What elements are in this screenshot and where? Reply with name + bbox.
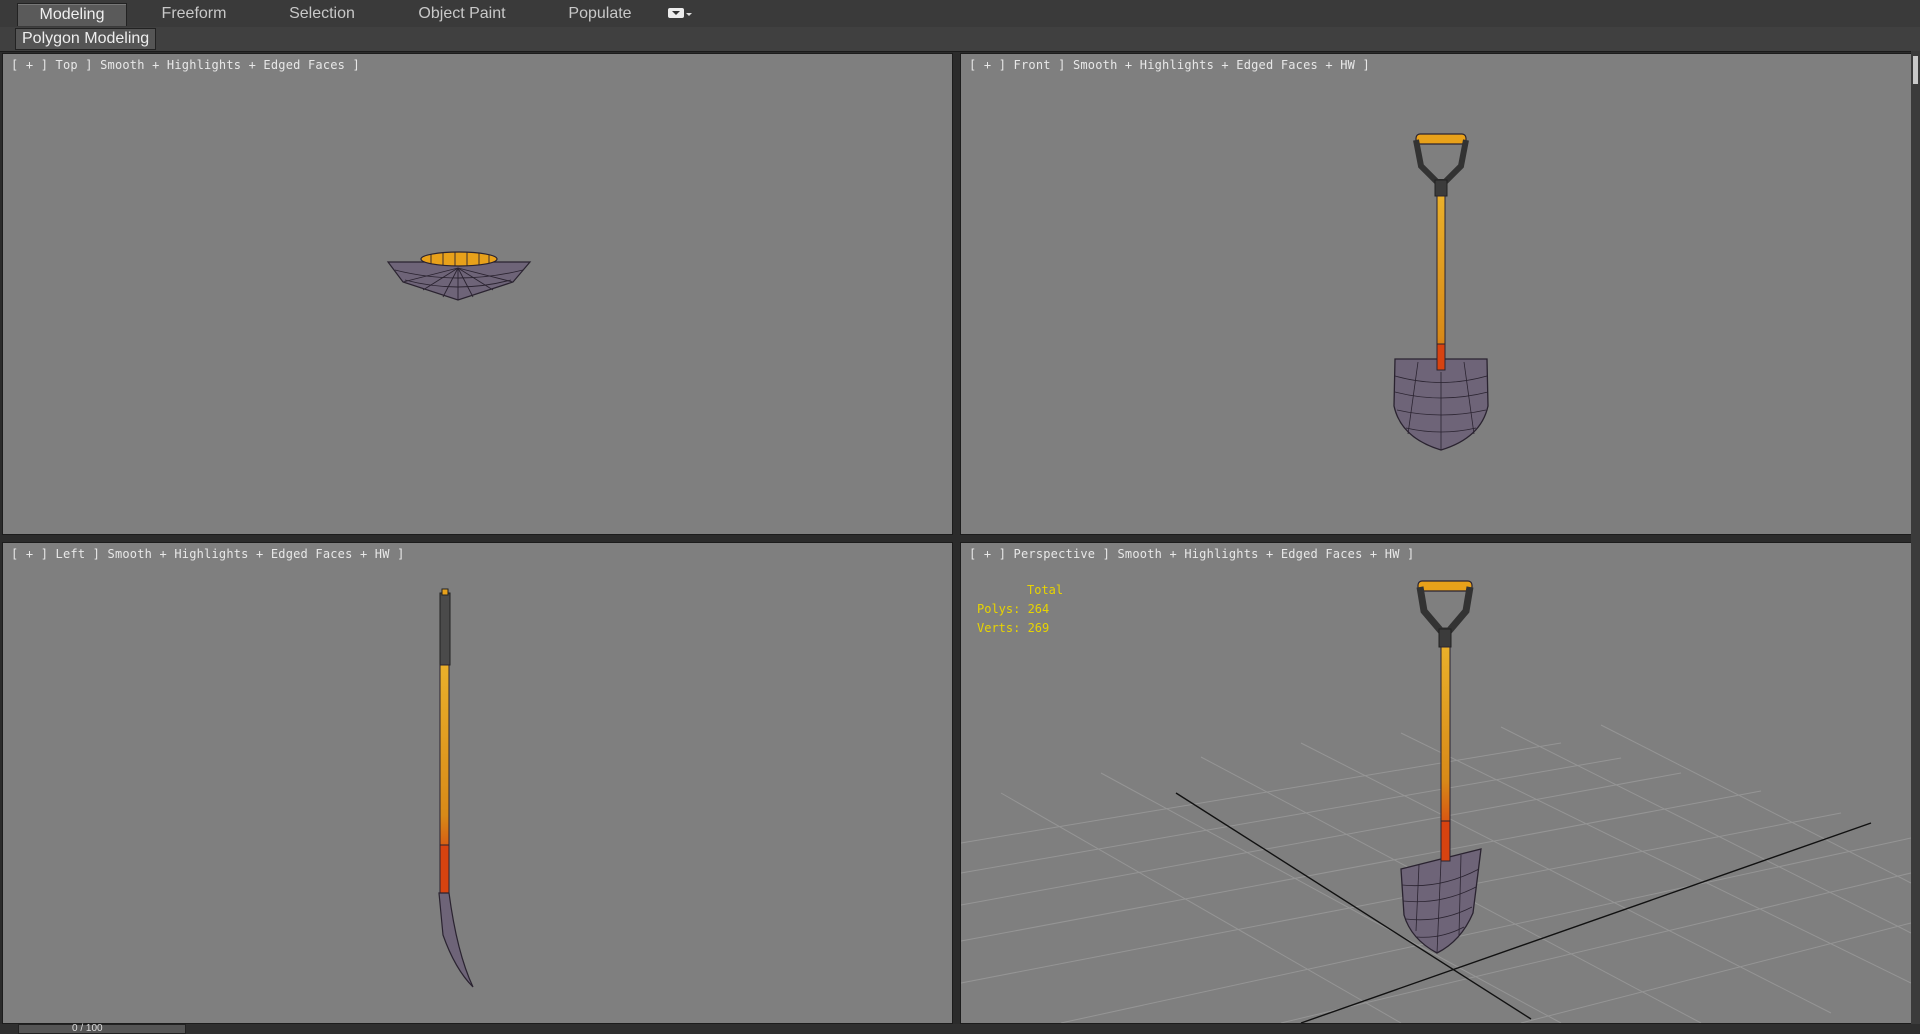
shovel-front-view <box>1393 133 1489 451</box>
viewport-left[interactable]: [ + ] Left ] Smooth + Highlights + Edged… <box>2 542 953 1024</box>
ribbon-panel: Polygon Modeling <box>0 27 1920 52</box>
viewport-perspective[interactable]: [ + ] Perspective ] Smooth + Highlights … <box>960 542 1912 1024</box>
scrollbar-thumb[interactable] <box>1913 56 1918 84</box>
tab-selection[interactable]: Selection <box>270 3 374 25</box>
tab-populate[interactable]: Populate <box>548 3 652 25</box>
shovel-left-view <box>438 588 474 988</box>
shovel-top-view <box>386 251 532 301</box>
time-slider-label: 0 / 100 <box>72 1023 103 1034</box>
ribbon-scrollbar[interactable] <box>1911 51 1920 1024</box>
bottom-status-strip <box>0 1024 1920 1034</box>
tab-modeling[interactable]: Modeling <box>17 3 127 26</box>
tab-freeform[interactable]: Freeform <box>142 3 246 25</box>
perspective-grid-and-shovel <box>961 580 1911 1023</box>
polygon-modeling-panel-button[interactable]: Polygon Modeling <box>15 28 157 50</box>
viewport-front[interactable]: [ + ] Front ] Smooth + Highlights + Edge… <box>960 53 1912 535</box>
tab-object-paint[interactable]: Object Paint <box>400 3 524 25</box>
chevron-down-icon[interactable] <box>668 8 694 20</box>
viewport-top[interactable]: [ + ] Top ] Smooth + Highlights + Edged … <box>2 53 953 535</box>
ribbon-tab-bar: Modeling Freeform Selection Object Paint… <box>0 0 1920 28</box>
